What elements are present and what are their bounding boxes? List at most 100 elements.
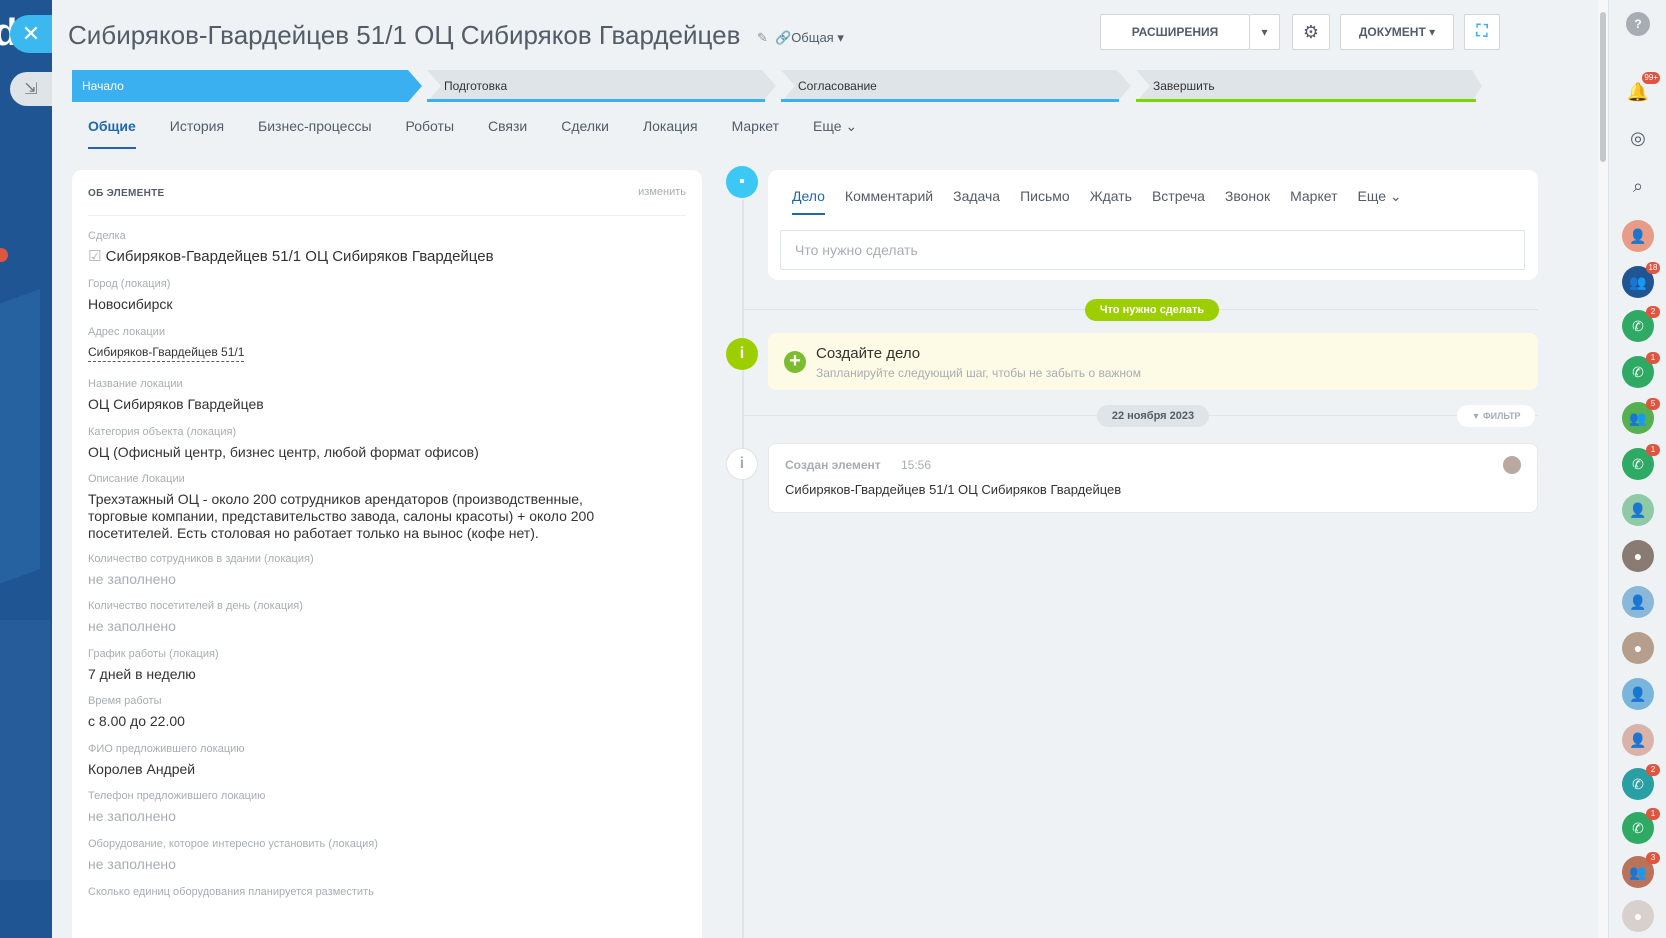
filter-label: ФИЛЬТР [1482,411,1521,421]
stage-start[interactable]: Начало [72,70,412,102]
category-selector[interactable]: 🔗Общая ▾ [775,30,844,46]
editor-tab-call[interactable]: Звонок [1225,188,1270,205]
call-icon[interactable]: ✆ 1 [1622,352,1660,388]
filter-button[interactable]: ▼ ФИЛЬТР [1457,405,1535,427]
chat-icon[interactable]: ◎ [1622,122,1654,154]
avatar[interactable]: ● [1622,540,1654,572]
history-title: Создан элемент [785,458,881,472]
field-value[interactable]: ☑ Сибиряков-Гвардейцев 51/1 ОЦ Сибиряков… [88,248,678,265]
about-item-card: ОБ ЭЛЕМЕНТЕ изменить Сделка ☑ Сибиряков-… [72,170,702,938]
item-tabs: Общие История Бизнес-процессы Роботы Свя… [88,118,891,149]
tab-robots[interactable]: Роботы [406,118,454,143]
field-value: не заполнено [88,808,176,824]
avatar[interactable]: 👤 [1622,678,1654,710]
date-pill: 22 ноября 2023 [1097,405,1209,427]
portal-left-strip: d [0,0,52,938]
help-icon[interactable]: ? [1626,12,1650,36]
tab-location[interactable]: Локация [643,118,698,143]
field-employees: Количество сотрудников в здании (локация… [88,553,678,588]
field-value: Трехэтажный ОЦ - около 200 сотрудников а… [88,491,595,541]
editor-tab-todo[interactable]: Задача [953,188,1000,205]
editor-tab-more[interactable]: Еще ⌄ [1358,188,1402,205]
tab-links[interactable]: Связи [488,118,527,143]
extensions-button[interactable]: РАСШИРЕНИЯ [1100,14,1250,50]
stage-finish[interactable]: Завершить [1143,70,1473,102]
category-label: Общая [791,30,834,45]
extensions-label: РАСШИРЕНИЯ [1131,25,1219,39]
avatar[interactable]: ● [1622,632,1654,664]
info-icon: i [726,338,758,370]
field-deal: Сделка ☑ Сибиряков-Гвардейцев 51/1 ОЦ Си… [88,230,678,265]
editor-tab-comment[interactable]: Комментарий [845,188,933,205]
document-button[interactable]: ДОКУМЕНТ ▾ [1340,14,1454,50]
field-value: ОЦ (Офисный центр, бизнес центр, любой ф… [88,444,479,460]
stage-preparation[interactable]: Подготовка [434,70,764,102]
decor-shape [0,289,40,591]
tab-more[interactable]: Еще ⌄ [813,118,857,143]
editor-tab-email[interactable]: Письмо [1020,188,1070,205]
group-chat-icon[interactable]: 👥 18 [1622,262,1660,298]
settings-button[interactable]: ⚙ [1292,14,1330,50]
deal-link[interactable]: Сибиряков-Гвардейцев 51/1 ОЦ Сибиряков Г… [106,248,494,265]
field-label: Время работы [88,695,162,707]
stage-approval[interactable]: Согласование [788,70,1118,102]
tab-history[interactable]: История [170,118,224,143]
create-task-hint: Запланируйте следующий шаг, чтобы не заб… [816,366,1141,380]
create-task-card[interactable]: + Создайте дело Запланируйте следующий ш… [768,333,1538,390]
chevron-down-icon: ⌄ [1389,188,1402,204]
history-text[interactable]: Сибиряков-Гвардейцев 51/1 ОЦ Сибиряков Г… [785,482,1121,497]
notification-dot [0,248,8,262]
editor-tab-task[interactable]: Дело [792,188,825,215]
unread-badge: 1 [1646,444,1660,456]
edit-card-link[interactable]: изменить [638,186,686,198]
bell-icon[interactable]: 🔔 99+ [1622,72,1660,108]
page-scrollbar[interactable] [1598,0,1608,938]
todo-pill: Что нужно сделать [1085,299,1219,321]
field-value: не заполнено [88,856,176,872]
avatar[interactable]: ● [1622,900,1654,932]
todo-input[interactable]: Что нужно сделать [780,230,1525,270]
collapse-slider-button[interactable]: ⇲ [10,72,52,106]
field-schedule: График работы (локация) 7 дней в неделю [88,648,678,683]
field-value: не заполнено [88,571,176,587]
editor-tab-market[interactable]: Маркет [1290,188,1337,205]
field-value: с 8.00 до 22.00 [88,713,185,729]
tab-market[interactable]: Маркет [732,118,779,143]
call-icon[interactable]: ✆ 2 [1622,764,1660,800]
editor-tab-more-label: Еще [1357,188,1387,204]
field-label: Количество посетителей в день (локация) [88,600,303,612]
avatar[interactable] [1503,456,1521,474]
scroll-thumb[interactable] [1600,12,1606,162]
editor-tab-wait[interactable]: Ждать [1090,188,1132,205]
field-label: Категория объекта (локация) [88,426,237,438]
close-slider-button[interactable]: ✕ [10,15,52,53]
crm-item-slider: Сибиряков-Гвардейцев 51/1 ОЦ Сибиряков Г… [52,0,1598,938]
call-icon[interactable]: ✆ 2 [1622,306,1660,342]
tab-deals[interactable]: Сделки [561,118,609,143]
tab-business-processes[interactable]: Бизнес-процессы [258,118,371,143]
history-item: Создан элемент 15:56 Сибиряков-Гвардейце… [768,443,1538,513]
call-icon[interactable]: ✆ 1 [1622,808,1660,844]
address-link[interactable]: Сибиряков-Гвардейцев 51/1 [88,344,245,362]
search-icon[interactable]: ⌕ [1622,170,1654,202]
avatar[interactable]: 👤 [1622,724,1654,756]
tab-general[interactable]: Общие [88,118,136,149]
call-icon[interactable]: ✆ 1 [1622,444,1660,480]
fullscreen-button[interactable]: ⛶ [1464,14,1500,50]
gear-icon: ⚙ [1302,21,1320,42]
group-chat-icon[interactable]: 👥 5 [1622,398,1660,434]
divider [88,215,686,216]
group-chat-icon[interactable]: 👥 3 [1622,852,1660,888]
field-city: Город (локация) Новосибирск [88,278,678,313]
plus-icon[interactable]: + [784,351,806,373]
extensions-dropdown-button[interactable]: ▾ [1250,14,1280,50]
avatar[interactable]: 👤 [1622,586,1654,618]
editor-tab-meeting[interactable]: Встреча [1152,188,1205,205]
editor-tabs: Дело Комментарий Задача Письмо Ждать Вст… [792,188,1422,215]
field-equipment: Оборудование, которое интересно установи… [88,838,678,873]
avatar[interactable]: 👤 [1622,494,1654,526]
field-description: Описание Локации Трехэтажный ОЦ - около … [88,473,628,542]
avatar[interactable]: 👤 [1622,220,1654,252]
unread-badge: 5 [1646,398,1660,410]
edit-title-icon[interactable]: ✎ [757,30,768,46]
